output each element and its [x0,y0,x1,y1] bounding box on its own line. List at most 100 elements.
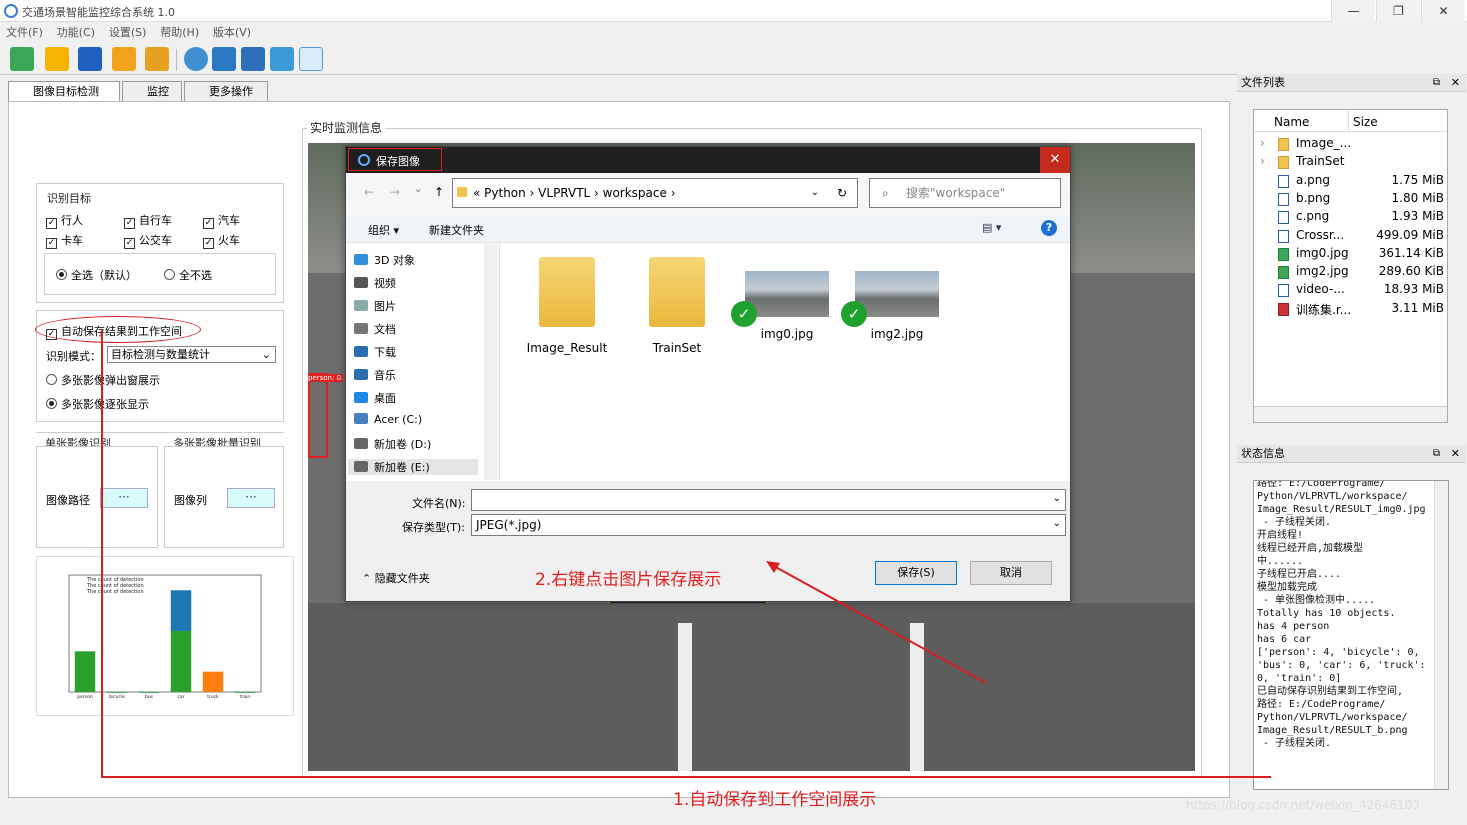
forward-icon[interactable]: → [390,185,400,199]
chart-area: The count of detection The count of dete… [36,556,294,716]
chevron-down-icon[interactable]: ⌄ [811,179,819,207]
menu-function[interactable]: 功能(C) [57,26,95,39]
menu-help[interactable]: 帮助(H) [160,26,199,39]
file-row[interactable]: b.png 1.80 MiB [1254,190,1444,208]
file-row[interactable]: video-... 18.93 MiB [1254,281,1444,299]
nav-item[interactable]: 图片 [354,298,396,314]
file-item[interactable]: ✓ img0.jpg [731,257,842,341]
radio-select-none[interactable]: 全不选 [164,267,212,283]
checkbox-train[interactable]: ✓ 火车 [203,232,240,249]
up-icon[interactable]: ↑ [434,185,444,199]
log-line: has 6 car [1257,634,1312,645]
status-log[interactable]: 路径: E:/CodePrograme/Python/VLPRVTL/works… [1253,480,1449,790]
dialog-titlebar: 保存图像 ✕ [346,147,1070,173]
file-row[interactable]: 训练集.r... 3.11 MiB [1254,300,1444,318]
menu-file[interactable]: 文件(F) [6,26,43,39]
dialog-close-button[interactable]: ✕ [1040,147,1070,173]
nav-item[interactable]: 3D 对象 [354,252,415,268]
float-icon[interactable]: ⧉ [1433,74,1440,92]
file-row[interactable]: › Image_... [1254,135,1444,153]
nav-scrollbar[interactable] [484,244,498,480]
checkbox-truck[interactable]: ✓ 卡车 [46,232,83,249]
user-icon[interactable] [145,47,169,71]
open-folder-icon[interactable] [45,47,69,71]
col-name[interactable]: Name [1274,115,1309,129]
layers-icon[interactable] [270,47,294,71]
organize-button[interactable]: 组织 ▾ [368,222,399,238]
close-button[interactable]: ✕ [1421,0,1465,22]
file-item[interactable]: ✓ img2.jpg [841,257,952,341]
file-row[interactable]: a.png 1.75 MiB [1254,172,1444,190]
dialog-title: 保存图像 [376,155,420,168]
checkbox-bicycle[interactable]: ✓ 自行车 [124,212,172,229]
nav-item[interactable]: 音乐 [354,367,396,383]
log-line: Totally has 10 objects. [1257,608,1396,619]
file-row[interactable]: img2.jpg 289.60 KiB [1254,263,1444,281]
comment-icon[interactable] [212,47,236,71]
file-row[interactable]: c.png 1.93 MiB [1254,208,1444,226]
col-size[interactable]: Size [1353,115,1378,129]
batch-browse-button[interactable]: ··· [227,488,275,508]
address-field[interactable]: « Python › VLPRVTL › workspace › ⌄ ↻ [452,178,858,208]
minimize-button[interactable]: — [1331,0,1375,22]
gear-icon[interactable] [184,47,208,71]
new-folder-button[interactable]: 新建文件夹 [429,222,484,238]
log-line: Python/VLPRVTL/workspace/ [1257,712,1408,723]
help-icon[interactable]: ? [1041,220,1057,236]
file-item[interactable]: TrainSet [622,257,732,355]
menu-version[interactable]: 版本(V) [213,26,251,39]
single-browse-button[interactable]: ··· [100,488,148,508]
tab-more[interactable]: 更多操作 [184,81,268,102]
file-row[interactable]: Crossr... 499.09 MiB [1254,227,1444,245]
menu-settings[interactable]: 设置(S) [109,26,147,39]
file-tree-scrollbar[interactable] [1254,406,1447,422]
restore-button[interactable]: ❐ [1376,0,1420,22]
nav-item[interactable]: 视频 [354,275,396,291]
nav-item[interactable]: 新加卷 (D:) [354,436,431,452]
status-scrollbar[interactable] [1434,481,1448,789]
file-row[interactable]: › TrainSet [1254,153,1444,171]
view-icon[interactable]: ▤ ▾ [982,221,1001,234]
close-icon[interactable]: ✕ [1451,74,1460,92]
expand-icon[interactable]: › [1260,154,1265,168]
nav-icon [354,300,368,311]
log-line: 开启线程! [1257,530,1304,541]
new-icon[interactable] [10,47,34,71]
radio-select-all[interactable]: 全选（默认） [56,267,137,283]
search-input[interactable]: ⌕ 搜索"workspace" [869,178,1061,208]
file-row[interactable]: img0.jpg 361.14 KiB [1254,245,1444,263]
back-icon[interactable]: ← [364,185,374,199]
expand-icon[interactable]: › [1260,136,1265,150]
file-name: img2.jpg [870,327,924,341]
nav-item[interactable]: 下载 [354,344,396,360]
chevron-down-icon[interactable]: ⌄ [414,184,422,195]
tab-image-detection[interactable]: 图像目标检测 [8,81,120,103]
hide-folders-toggle[interactable]: ⌃ 隐藏文件夹 [362,570,430,586]
edit-icon[interactable] [299,47,323,71]
radio-stepwise[interactable]: 多张影像逐张显示 [46,396,149,412]
checkbox-pedestrian[interactable]: ✓ 行人 [46,212,83,229]
list-icon[interactable] [241,47,265,71]
nav-item[interactable]: 文档 [354,321,396,337]
tab-monitor[interactable]: 监控 [122,81,182,102]
refresh-icon[interactable]: ↻ [837,179,847,207]
nav-item[interactable]: Acer (C:) [354,413,422,426]
file-icon [1278,229,1289,243]
mode-select[interactable]: 目标检测与数量统计 ⌄ [107,346,276,363]
radio-popup[interactable]: 多张影像弹出窗展示 [46,372,160,388]
float-icon[interactable]: ⧉ [1433,445,1440,463]
image-thumbnail: ✓ [731,271,829,327]
nav-item[interactable]: 桌面 [354,390,396,406]
filetype-select[interactable]: JPEG(*.jpg) ⌄ [471,514,1066,536]
home-icon[interactable] [112,47,136,71]
filename-input[interactable]: ⌄ [471,489,1066,511]
checkbox-car[interactable]: ✓ 汽车 [203,212,240,229]
save-icon[interactable] [78,47,102,71]
checkbox-auto-save[interactable]: ✓ 自动保存结果到工作空间 [46,323,182,340]
close-icon[interactable]: ✕ [1451,445,1460,463]
checkbox-bus[interactable]: ✓ 公交车 [124,232,172,249]
file-item[interactable]: Image_Result [512,257,622,355]
file-name: b.png [1296,190,1331,205]
bar [138,692,160,693]
nav-item[interactable]: 新加卷 (E:) [348,459,478,475]
